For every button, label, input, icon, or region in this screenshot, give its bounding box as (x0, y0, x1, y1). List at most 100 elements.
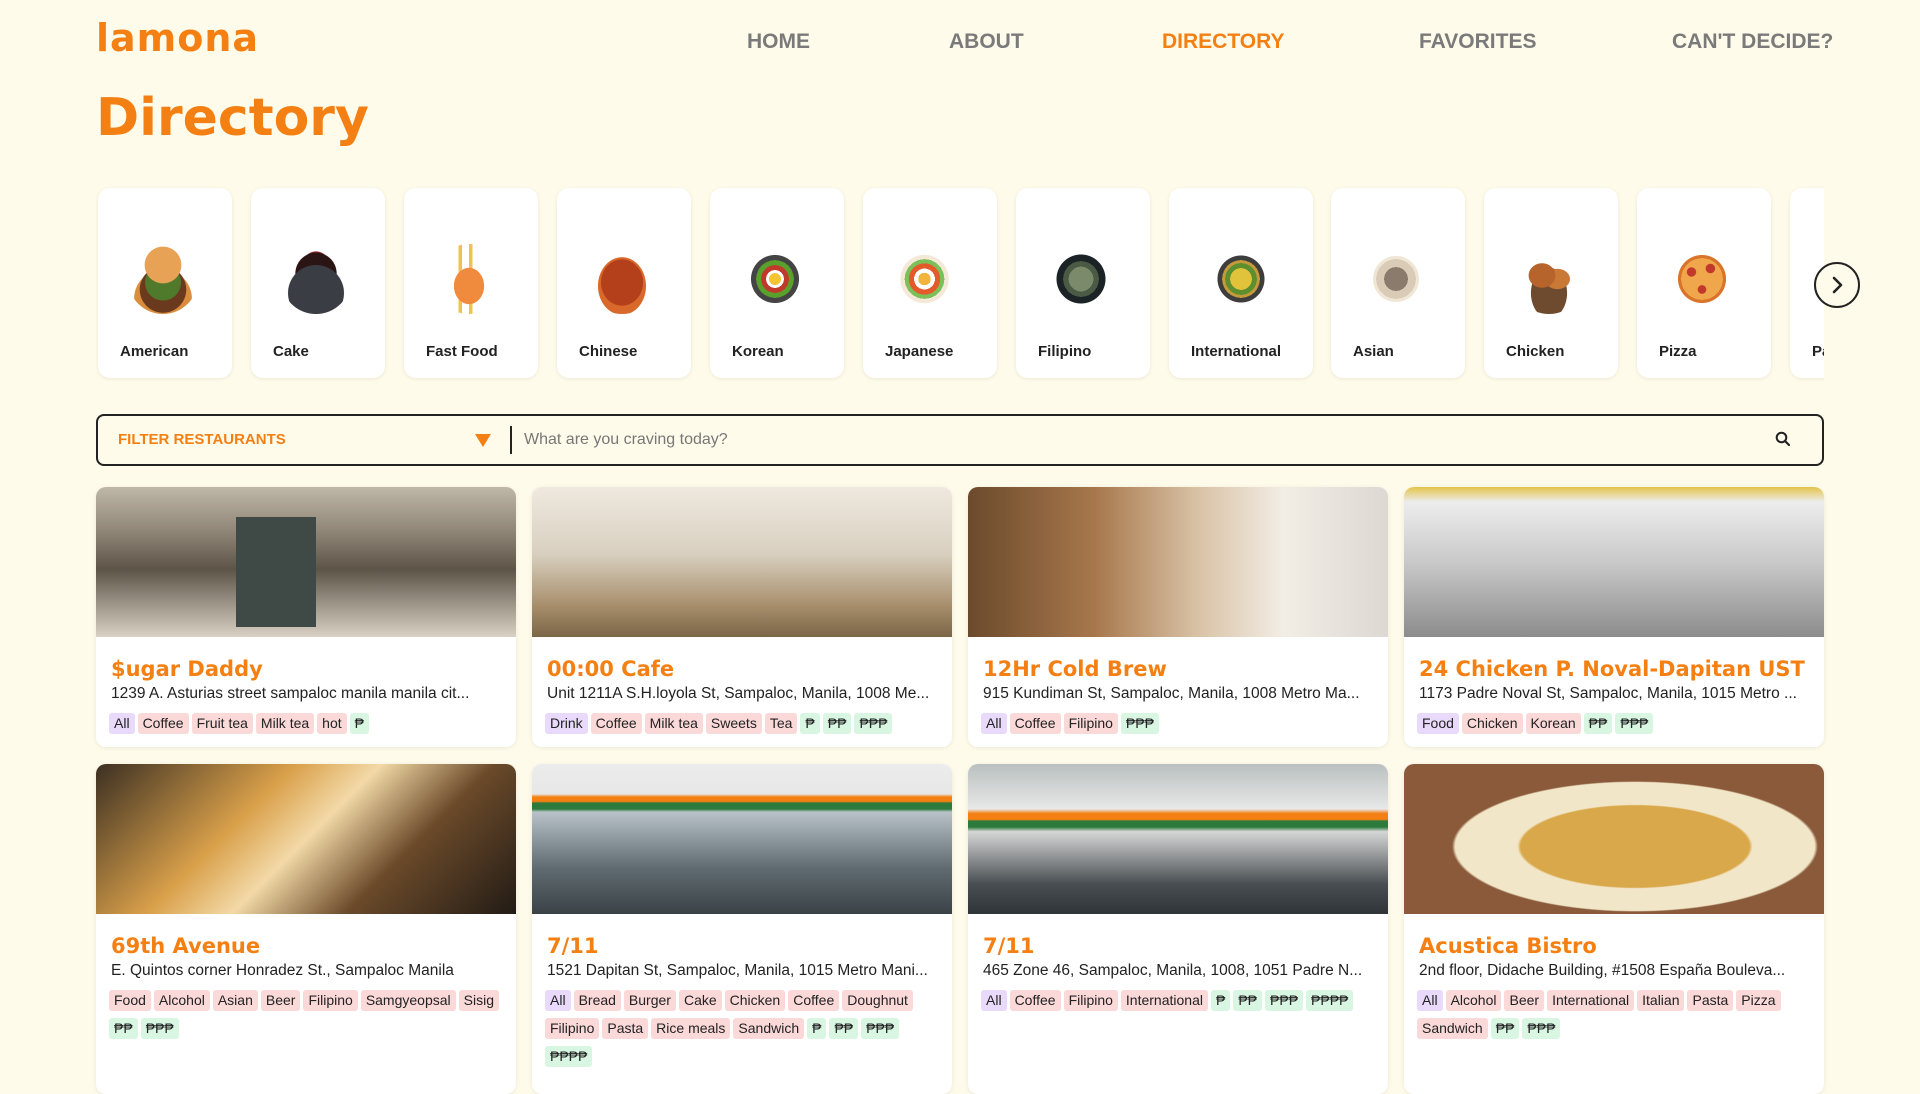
chevron-right-icon (1832, 276, 1843, 294)
fries-icon (434, 244, 504, 314)
category-label: Pa (1812, 343, 1824, 360)
category-fast-food[interactable]: Fast Food (404, 188, 538, 378)
search-icon[interactable] (1774, 430, 1792, 448)
category-filipino[interactable]: Filipino (1016, 188, 1150, 378)
burger-icon (128, 244, 198, 314)
filipino-dish-icon (1046, 244, 1116, 314)
category-label: Chinese (579, 343, 638, 360)
category-tag: International (1547, 990, 1635, 1011)
restaurant-card[interactable]: 12Hr Cold Brew 915 Kundiman St, Sampaloc… (968, 487, 1388, 747)
restaurant-name: 24 Chicken P. Noval-Dapitan UST (1419, 657, 1805, 681)
restaurant-address: E. Quintos corner Honradez St., Sampaloc… (111, 962, 454, 979)
restaurant-name: 7/11 (547, 934, 599, 958)
restaurant-card[interactable]: 24 Chicken P. Noval-Dapitan UST 1173 Pad… (1404, 487, 1824, 747)
search-input[interactable] (522, 422, 1752, 458)
filter-dropdown[interactable]: FILTER RESTAURANTS (98, 416, 510, 464)
price-tag: ₱ (807, 1018, 827, 1039)
category-cake[interactable]: Cake (251, 188, 385, 378)
filter-label: FILTER RESTAURANTS (118, 431, 286, 448)
restaurant-address: 465 Zone 46, Sampaloc, Manila, 1008, 105… (983, 962, 1363, 979)
restaurant-card[interactable]: $ugar Daddy 1239 A. Asturias street samp… (96, 487, 516, 747)
restaurant-photo (96, 764, 516, 914)
category-tag: International (1120, 990, 1208, 1011)
restaurant-photo (532, 764, 952, 914)
category-tag: Food (109, 990, 151, 1011)
restaurant-address: Unit 1211A S.H.loyola St, Sampaloc, Mani… (547, 685, 930, 702)
category-tag: Coffee (1009, 713, 1061, 734)
nav-about[interactable]: ABOUT (949, 30, 1024, 54)
price-tag: ₱₱ (1583, 713, 1613, 734)
category-tag: All (545, 990, 571, 1011)
restaurant-name: Acustica Bistro (1419, 934, 1597, 958)
category-tag: All (981, 713, 1007, 734)
divider (510, 426, 512, 454)
category-tag: Milk tea (255, 713, 315, 734)
rice-bowl-icon (1361, 244, 1431, 314)
category-pizza[interactable]: Pizza (1637, 188, 1771, 378)
restaurant-card[interactable]: 69th Avenue E. Quintos corner Honradez S… (96, 764, 516, 1094)
tag-list: Drink Coffee Milk tea Sweets Tea ₱ ₱₱ ₱₱₱ (545, 710, 945, 738)
category-asian[interactable]: Asian (1331, 188, 1465, 378)
category-label: Korean (732, 343, 784, 360)
category-tag: Bread (573, 990, 621, 1011)
nav-directory[interactable]: DIRECTORY (1162, 30, 1285, 54)
category-tag: Milk tea (644, 713, 703, 734)
site-header: lamona HOME ABOUT DIRECTORY FAVORITES CA… (0, 0, 1920, 90)
category-tag: Beer (260, 990, 301, 1011)
category-tag: Filipino (545, 1018, 600, 1039)
category-tag: Italian (1637, 990, 1685, 1011)
tag-list: All Coffee Fruit tea Milk tea hot ₱ (109, 710, 509, 738)
nav-home[interactable]: HOME (747, 30, 810, 54)
category-tag: Alcohol (153, 990, 210, 1011)
restaurant-card[interactable]: 7/11 1521 Dapitan St, Sampaloc, Manila, … (532, 764, 952, 1094)
restaurant-card[interactable]: 7/11 465 Zone 46, Sampaloc, Manila, 1008… (968, 764, 1388, 1094)
restaurant-photo (1404, 764, 1824, 914)
category-tag: Sandwich (1417, 1018, 1488, 1039)
price-tag: ₱₱ (109, 1018, 138, 1039)
category-label: Fast Food (426, 343, 498, 360)
category-tag: Burger (623, 990, 676, 1011)
price-tag: ₱₱ (1233, 990, 1263, 1011)
category-tag: Filipino (303, 990, 358, 1011)
nav-cant-decide[interactable]: CAN'T DECIDE? (1672, 30, 1833, 54)
category-tag: Filipino (1063, 990, 1118, 1011)
price-tag: ₱₱ (822, 713, 852, 734)
restaurant-name: $ugar Daddy (111, 657, 263, 681)
salad-icon (1206, 244, 1276, 314)
tag-list: Food Chicken Korean ₱₱ ₱₱₱ (1417, 710, 1817, 738)
main-nav: HOME ABOUT DIRECTORY FAVORITES CAN'T DEC… (0, 30, 1920, 60)
category-korean[interactable]: Korean (710, 188, 844, 378)
price-tag: ₱₱ (829, 1018, 859, 1039)
nav-favorites[interactable]: FAVORITES (1419, 30, 1536, 54)
category-tag: All (109, 713, 135, 734)
carousel-next-button[interactable] (1814, 262, 1860, 308)
category-tag: Coffee (788, 990, 840, 1011)
category-tag: Pasta (1687, 990, 1734, 1011)
tag-list: All Coffee Filipino ₱₱₱ (981, 710, 1381, 738)
category-chicken[interactable]: Chicken (1484, 188, 1618, 378)
restaurant-card[interactable]: Acustica Bistro 2nd floor, Didache Build… (1404, 764, 1824, 1094)
category-american[interactable]: American (98, 188, 232, 378)
cake-icon (281, 244, 351, 314)
category-label: Pizza (1659, 343, 1697, 360)
price-tag: ₱₱₱ (1522, 1018, 1561, 1039)
category-tag: Chicken (724, 990, 786, 1011)
category-tag: Alcohol (1445, 990, 1502, 1011)
restaurant-address: 1521 Dapitan St, Sampaloc, Manila, 1015 … (547, 962, 928, 979)
price-tag: ₱₱₱ (1615, 713, 1654, 734)
category-tag: All (1417, 990, 1443, 1011)
restaurant-address: 1239 A. Asturias street sampaloc manila … (111, 685, 470, 702)
restaurant-card[interactable]: 00:00 Cafe Unit 1211A S.H.loyola St, Sam… (532, 487, 952, 747)
tag-list: All Bread Burger Cake Chicken Coffee Doughnut F… (545, 987, 945, 1071)
category-tag: Drink (545, 713, 588, 734)
category-chinese[interactable]: Chinese (557, 188, 691, 378)
category-tag: Pizza (1736, 990, 1781, 1011)
tag-list: Food Alcohol Asian Beer Filipino Samgyeopsal S… (109, 987, 509, 1043)
category-international[interactable]: International (1169, 188, 1313, 378)
category-japanese[interactable]: Japanese (863, 188, 997, 378)
restaurant-photo (532, 487, 952, 637)
category-tag: Sweets (705, 713, 762, 734)
price-tag: ₱₱₱₱ (1306, 990, 1354, 1011)
fried-chicken-icon (1514, 244, 1584, 314)
restaurant-address: 2nd floor, Didache Building, #1508 Españ… (1419, 962, 1786, 979)
